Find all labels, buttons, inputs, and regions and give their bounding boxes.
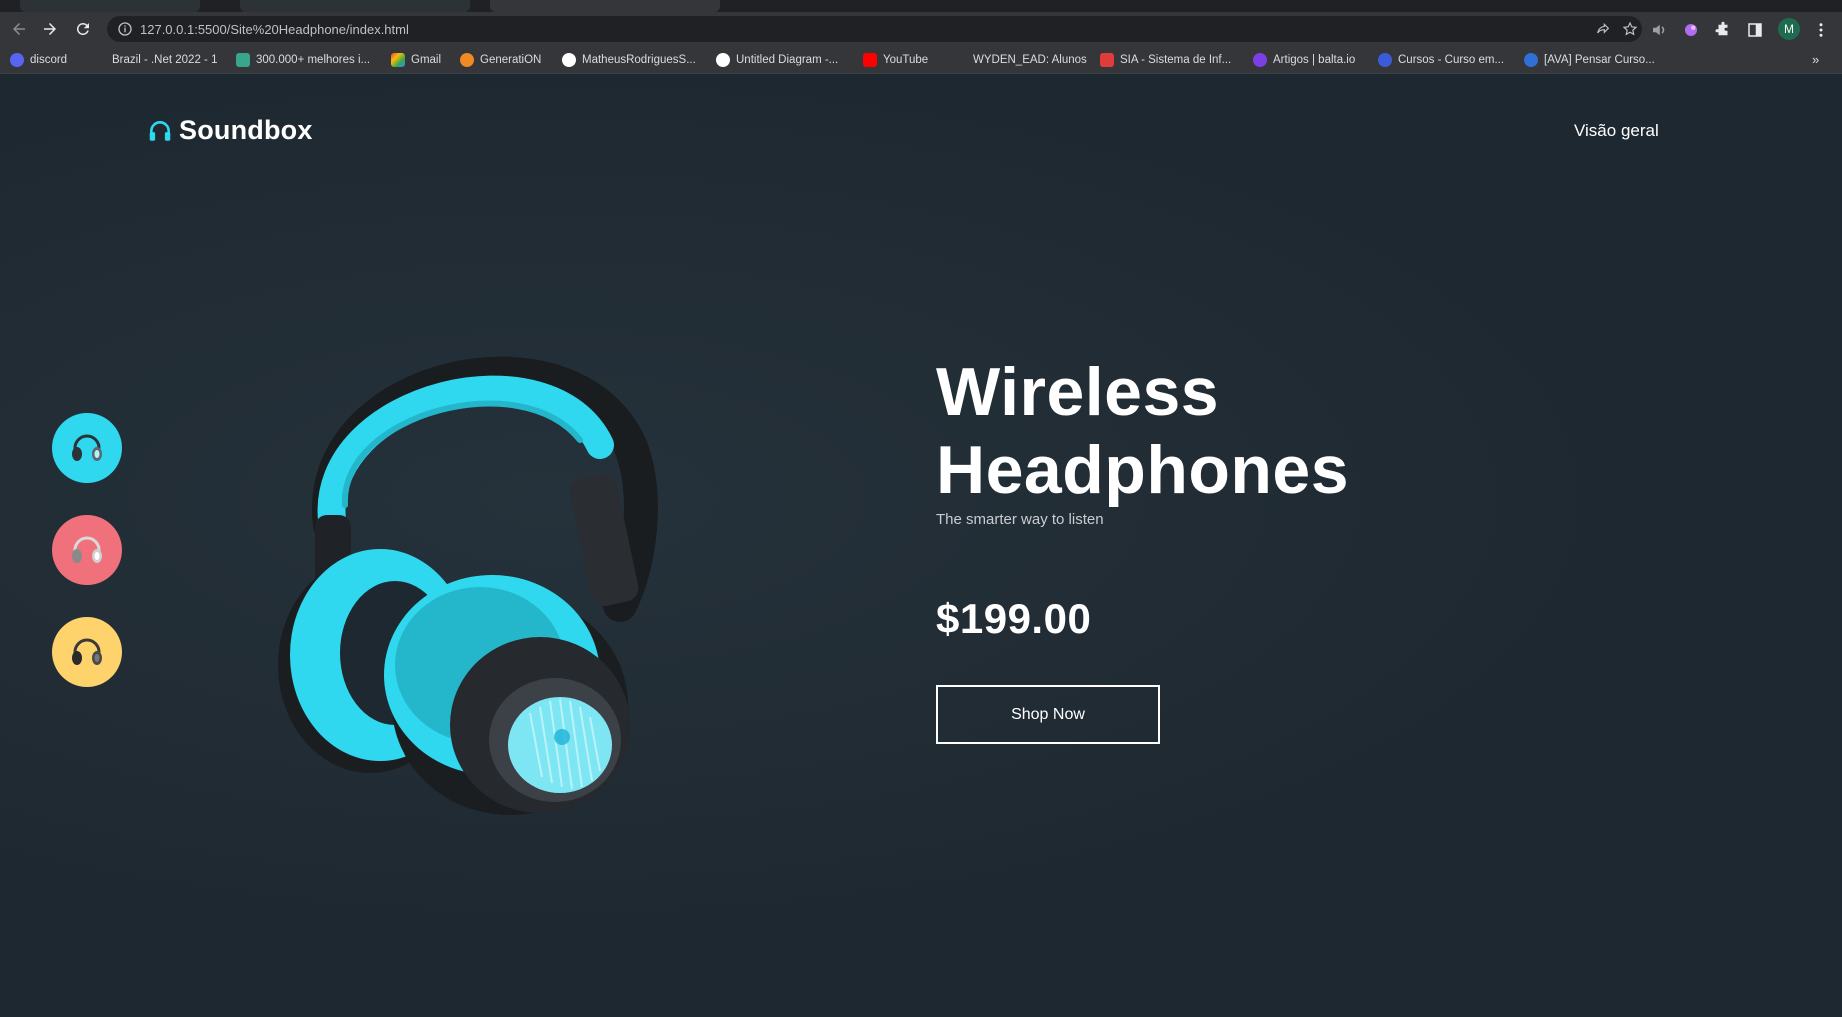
browser-tab-active[interactable] xyxy=(490,0,720,12)
browser-tab[interactable] xyxy=(240,0,470,12)
hero-title-line-1: Wireless xyxy=(936,354,1220,430)
hero-subtitle: The smarter way to listen xyxy=(936,511,1104,528)
reload-button[interactable] xyxy=(70,16,96,42)
bookmark-item[interactable]: GeneratiON xyxy=(460,52,541,68)
bookmark-item[interactable]: WYDEN_EAD: Alunos xyxy=(953,52,1087,68)
d-icon xyxy=(236,53,250,67)
dotnet-icon xyxy=(92,53,106,67)
ava-icon xyxy=(1524,53,1538,67)
headphones-icon xyxy=(72,536,102,563)
page: Soundbox Visão geral Wireless Headphones… xyxy=(0,75,1842,1017)
nav-link-overview[interactable]: Visão geral xyxy=(1574,121,1659,141)
bookmark-item[interactable]: [AVA] Pensar Curso... xyxy=(1524,52,1655,68)
arrow-right-icon xyxy=(44,23,56,35)
youtube-icon xyxy=(863,53,877,67)
shop-now-button[interactable]: Shop Now xyxy=(936,685,1160,744)
bookmark-item[interactable]: Brazil - .Net 2022 - 1 xyxy=(92,52,217,68)
discord-icon xyxy=(10,53,24,67)
github-icon xyxy=(562,53,576,67)
back-button[interactable] xyxy=(6,16,32,42)
browser-toolbar: 127.0.0.1:5500/Site%20Headphone/index.ht… xyxy=(0,12,1842,46)
kebab-menu-icon[interactable] xyxy=(1812,21,1830,39)
puzzle-icon[interactable] xyxy=(1714,21,1732,39)
browser-tab[interactable] xyxy=(20,0,200,12)
hero-title-line-2: Headphones xyxy=(936,432,1350,508)
forward-button[interactable] xyxy=(37,16,63,42)
info-icon[interactable] xyxy=(117,21,133,37)
wyden-icon xyxy=(953,53,967,67)
thumbnail-cyan[interactable] xyxy=(52,413,122,483)
bookmarks-bar: discord Brazil - .Net 2022 - 1 300.000+ … xyxy=(0,46,1842,74)
share-icon[interactable] xyxy=(1595,21,1611,37)
hero-title: Wireless Headphones xyxy=(936,353,1349,509)
bookmark-item[interactable]: SIA - Sistema de Inf... xyxy=(1100,52,1231,68)
bookmark-item[interactable]: 300.000+ melhores i... xyxy=(236,52,370,68)
star-icon[interactable] xyxy=(1622,21,1638,37)
side-panel-icon[interactable] xyxy=(1746,21,1764,39)
bookmark-item[interactable]: discord xyxy=(10,52,67,68)
arrow-left-icon xyxy=(13,23,25,35)
headphones-product-image xyxy=(278,356,658,815)
bookmark-item[interactable]: Cursos - Curso em... xyxy=(1378,52,1504,68)
balta-icon xyxy=(1253,53,1267,67)
curso-icon xyxy=(1378,53,1392,67)
thumbnail-yellow[interactable] xyxy=(52,617,122,687)
reload-icon xyxy=(76,22,89,35)
brand-name: Soundbox xyxy=(179,115,313,145)
product-price: $199.00 xyxy=(936,595,1092,642)
bookmark-item[interactable]: Untitled Diagram -... xyxy=(716,52,838,68)
address-bar[interactable]: 127.0.0.1:5500/Site%20Headphone/index.ht… xyxy=(107,16,1642,42)
sia-icon xyxy=(1100,53,1114,67)
headphones-icon xyxy=(72,434,102,461)
bookmarks-overflow-icon[interactable]: » xyxy=(1812,52,1819,67)
extension-speaker-icon[interactable] xyxy=(1650,21,1668,39)
bookmark-item[interactable]: Artigos | balta.io xyxy=(1253,52,1355,68)
diagram-icon xyxy=(716,53,730,67)
url-text[interactable]: 127.0.0.1:5500/Site%20Headphone/index.ht… xyxy=(140,22,409,37)
extension-gem-icon[interactable] xyxy=(1682,21,1700,39)
profile-avatar[interactable]: M xyxy=(1778,18,1800,40)
generation-icon xyxy=(460,53,474,67)
headphones-logo-icon xyxy=(149,120,171,141)
bookmark-item[interactable]: YouTube xyxy=(863,52,928,68)
tab-strip xyxy=(0,0,1842,12)
gmail-icon xyxy=(391,53,405,67)
bookmark-item[interactable]: Gmail xyxy=(391,52,441,68)
headphones-icon xyxy=(72,638,102,665)
bookmark-item[interactable]: MatheusRodriguesS... xyxy=(562,52,696,68)
brand[interactable]: Soundbox xyxy=(147,115,313,146)
thumbnail-pink[interactable] xyxy=(52,515,122,585)
